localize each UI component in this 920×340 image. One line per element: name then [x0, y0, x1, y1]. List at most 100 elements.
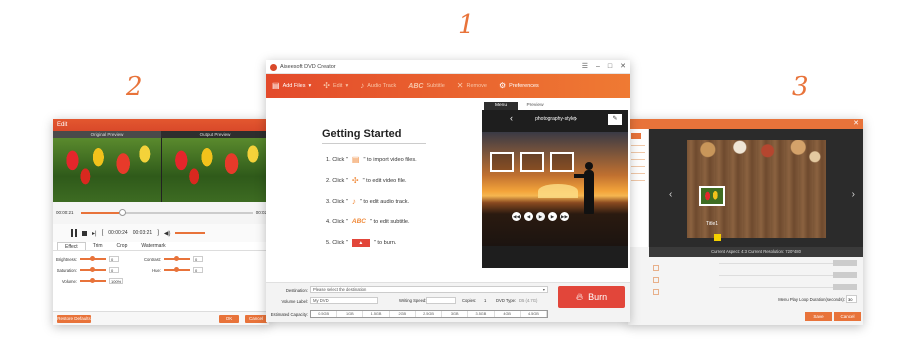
main-content: Getting Started 1. Click " ▤ " to import v… — [266, 98, 630, 308]
volume-icon[interactable]: ◀) — [164, 230, 171, 237]
contrast-label: Contrast: — [144, 256, 161, 262]
hue-value[interactable]: 0 — [193, 267, 203, 273]
close-icon[interactable]: ✕ — [620, 60, 626, 74]
play-badge-icon[interactable] — [714, 234, 721, 241]
cancel-button[interactable]: Cancel — [245, 315, 267, 323]
edit-footer: Restore Defaults OK Cancel — [53, 311, 269, 325]
saturation-value[interactable]: 0 — [109, 267, 119, 273]
seek-bar[interactable]: 00:00:21 00:02 — [53, 202, 269, 224]
capacity-tick: 3.5GB — [468, 311, 495, 317]
copies-value[interactable]: 1 — [484, 298, 486, 303]
audio-track-button[interactable]: ♪ Audio Track — [360, 82, 396, 90]
tab-menu[interactable]: Menu — [484, 102, 518, 110]
tab-effect[interactable]: Effect — [57, 242, 86, 250]
writing-speed-select[interactable] — [426, 297, 456, 304]
minimize-icon[interactable]: – — [596, 60, 600, 74]
remove-button[interactable]: ✕ Remove — [457, 82, 487, 90]
template-name: photography-style — [535, 116, 575, 122]
volume-value[interactable]: 100% — [109, 278, 123, 284]
menu-background: Title1 — [687, 140, 826, 238]
food-decoration — [687, 140, 826, 164]
add-files-button[interactable]: ▤ Add Files ▾ — [272, 82, 311, 90]
capacity-tick: 0.5GB — [311, 311, 338, 317]
back-icon[interactable]: ◀ — [524, 212, 533, 221]
app-logo-icon — [270, 64, 277, 71]
chevron-left-icon[interactable]: ‹ — [669, 189, 672, 200]
hue-slider[interactable] — [164, 267, 190, 272]
volume-slider[interactable] — [175, 232, 206, 234]
sidebar-tab[interactable] — [631, 133, 641, 139]
window-buttons: ☰ – □ ✕ — [582, 60, 626, 74]
prev-icon[interactable]: ◀◀ — [512, 212, 521, 221]
seek-track[interactable] — [81, 209, 253, 216]
option-button[interactable] — [833, 272, 857, 278]
title-thumbnail[interactable] — [699, 186, 725, 206]
brightness-slider[interactable] — [80, 256, 106, 261]
title-frame[interactable] — [550, 152, 574, 172]
subtitle-button[interactable]: ABC Subtitle — [408, 83, 445, 90]
time-current: 00:00:21 — [56, 210, 74, 215]
writing-speed-label: Writing Speed: — [399, 298, 427, 303]
restore-defaults-button[interactable]: Restore Defaults — [57, 315, 91, 323]
option-button[interactable] — [833, 284, 857, 290]
play-icon[interactable]: ▶ — [536, 212, 545, 221]
playback-controls: ▸| [ 00:00:24 00:03:21 ] ◀) — [53, 224, 269, 242]
pause-icon[interactable] — [71, 229, 77, 237]
option-button[interactable] — [833, 260, 857, 266]
tab-preview[interactable]: Preview — [518, 102, 552, 110]
title-caption[interactable]: Title1 — [706, 221, 718, 227]
edit-titlebar: Edit — [53, 119, 269, 131]
saturation-row: Saturation: 0 — [53, 267, 119, 273]
menu-icon[interactable]: ☰ — [582, 60, 588, 74]
volume-adjust-slider[interactable] — [80, 278, 106, 283]
seek-knob[interactable] — [118, 209, 126, 216]
edit-menu-icon[interactable]: ✎ — [608, 114, 622, 125]
option-checkbox[interactable] — [653, 277, 659, 283]
save-button[interactable]: Save — [805, 312, 832, 321]
option-checkbox[interactable] — [653, 289, 659, 295]
saturation-slider[interactable] — [80, 267, 106, 272]
tab-watermark[interactable]: Watermark — [134, 242, 172, 250]
ok-button[interactable]: OK — [219, 315, 239, 323]
volume-label-input[interactable]: My DVD — [310, 297, 378, 304]
burn-button[interactable]: 🔥︎ Burn — [558, 286, 625, 308]
step-subtitle: 4. Click " ABC " to edit subtitle. — [326, 218, 410, 225]
forward-icon[interactable]: ▶ — [548, 212, 557, 221]
capacity-tick: 2GB — [390, 311, 416, 317]
destination-select[interactable]: Please select the destination ▾ — [310, 286, 548, 293]
promo-stage: 1 2 3 Edit Original Preview Output Previ… — [0, 0, 920, 340]
original-preview-label: Original Preview — [53, 131, 161, 138]
burn-icon: ▲ — [351, 239, 370, 247]
edit-button[interactable]: ✣ Edit ▾ — [323, 82, 348, 90]
next-frame-icon[interactable]: ▸| — [92, 230, 97, 237]
capacity-bar: 0.5GB 1GB 1.5GB 2GB 2.5GB 3GB 3.5GB 4GB … — [310, 310, 548, 318]
preferences-button[interactable]: ⚙ Preferences — [499, 82, 539, 90]
loop-duration-input[interactable]: 30 — [846, 295, 857, 303]
gear-icon: ⚙ — [498, 81, 507, 90]
title-frame[interactable] — [520, 152, 544, 172]
chevron-right-icon[interactable]: › — [574, 113, 577, 123]
bracket-end-icon[interactable]: ] — [157, 230, 159, 236]
contrast-slider[interactable] — [164, 256, 190, 261]
chevron-right-icon[interactable]: › — [852, 189, 855, 200]
dvd-type-value[interactable]: D5 (4.7G) — [519, 298, 537, 303]
brightness-value[interactable]: 0 — [109, 256, 119, 262]
title-frame[interactable] — [490, 152, 514, 172]
subtitle-icon: ABC — [351, 218, 366, 225]
option-checkbox[interactable] — [653, 265, 659, 271]
bracket-start-icon[interactable]: [ — [102, 230, 104, 236]
maximize-icon[interactable]: □ — [608, 60, 612, 74]
fire-icon: 🔥︎ — [575, 291, 584, 303]
cancel-button[interactable]: Cancel — [834, 312, 861, 321]
next-icon[interactable]: ▶▶ — [560, 212, 569, 221]
menu-play-buttons: ◀◀ ◀ ▶ ▶ ▶▶ — [512, 212, 569, 221]
copies-label: Copies: — [462, 298, 477, 303]
tab-crop[interactable]: Crop — [110, 242, 135, 250]
dropdown-icon: ▾ — [345, 83, 349, 89]
tab-trim[interactable]: Trim — [86, 242, 110, 250]
contrast-value[interactable]: 0 — [193, 256, 203, 262]
stop-icon[interactable] — [82, 230, 87, 236]
close-icon[interactable]: ✕ — [853, 119, 859, 129]
template-header: ‹ photography-style › ✎ — [482, 110, 628, 130]
step-import: 1. Click " ▤ " to import video files. — [326, 155, 417, 164]
